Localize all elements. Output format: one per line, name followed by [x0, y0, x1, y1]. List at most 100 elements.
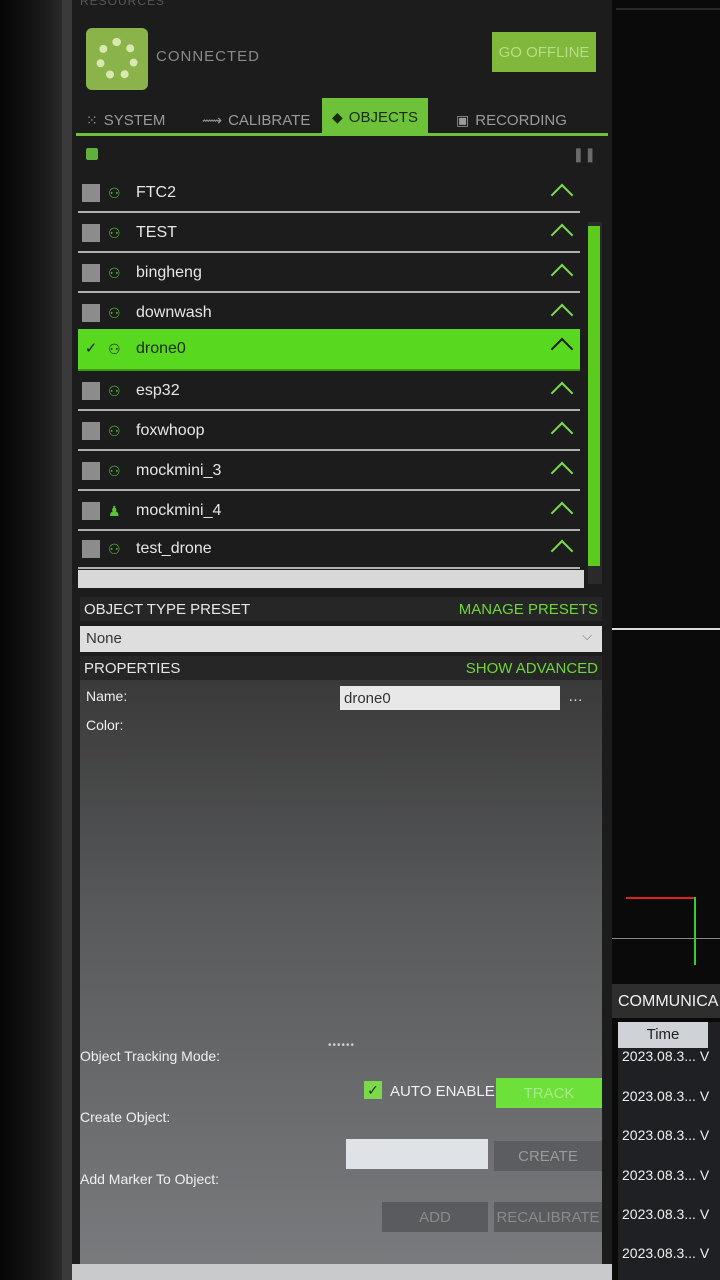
chevron-up-icon[interactable] — [550, 183, 572, 197]
window-border — [62, 0, 72, 1280]
time-cell: 2023.08.3... — [622, 1088, 696, 1104]
value-cell: V — [699, 1206, 710, 1222]
object-name: mockmini_4 — [136, 502, 222, 519]
chevron-up-icon[interactable] — [550, 263, 572, 277]
skeleton-icon: ♟ — [108, 502, 121, 519]
track-button[interactable]: TRACK — [496, 1078, 602, 1108]
objects-toolbar: ❚❚ — [82, 146, 602, 166]
object-checkbox[interactable] — [82, 224, 100, 242]
properties-title: PROPERTIES — [84, 659, 181, 677]
monitor-bezel — [0, 0, 62, 1280]
resources-label: RESOURCES — [80, 0, 166, 8]
object-checkbox[interactable] — [82, 422, 100, 440]
object-checkbox[interactable] — [82, 304, 100, 322]
calibrate-icon: ⟿ — [202, 111, 223, 128]
add-object-icon[interactable] — [86, 148, 98, 160]
list-item[interactable]: ⚇ downwash — [78, 295, 580, 333]
system-icon: ⁙ — [86, 111, 98, 128]
properties-header: PROPERTIES SHOW ADVANCED — [80, 656, 602, 680]
time-cell: 2023.08.3... — [622, 1206, 696, 1222]
more-options-icon[interactable]: … — [568, 688, 583, 705]
tab-objects[interactable]: ◆ OBJECTS — [322, 98, 428, 136]
preset-select[interactable]: None ⌵ — [80, 626, 602, 652]
value-cell: V — [699, 1048, 710, 1064]
pause-icon[interactable]: ❚❚ — [573, 146, 596, 163]
time-column-header[interactable]: Time — [618, 1022, 708, 1048]
tab-label: OBJECTS — [348, 108, 418, 126]
object-name: bingheng — [136, 264, 202, 281]
tab-label: SYSTEM — [103, 111, 166, 129]
viewport-border — [616, 8, 720, 10]
name-label: Name: — [86, 688, 128, 704]
time-cell: 2023.08.3... — [622, 1245, 696, 1261]
chevron-up-icon[interactable] — [550, 461, 572, 475]
recalibrate-button[interactable]: RECALIBRATE — [494, 1202, 602, 1232]
create-object-input[interactable] — [346, 1139, 488, 1169]
auto-enable-checkbox[interactable]: ✓ — [364, 1081, 382, 1099]
objects-icon: ◆ — [332, 108, 343, 125]
list-item[interactable]: ⚇ foxwhoop — [78, 413, 580, 451]
object-checkbox[interactable] — [82, 382, 100, 400]
ground-line — [612, 628, 720, 630]
chevron-up-icon[interactable] — [550, 303, 572, 317]
tab-label: CALIBRATE — [228, 111, 311, 129]
list-item-selected[interactable]: ✓ ⚇ drone0 — [78, 329, 580, 371]
table-row: 2023.08.3... V — [622, 1206, 709, 1222]
object-checkbox[interactable] — [82, 462, 100, 480]
tab-calibrate[interactable]: ⟿ CALIBRATE — [202, 104, 310, 136]
list-item[interactable]: ⚇ test_drone — [78, 531, 580, 569]
go-offline-button[interactable]: GO OFFLINE — [492, 32, 596, 72]
create-button[interactable]: CREATE — [494, 1141, 602, 1171]
list-item[interactable]: ⚇ mockmini_3 — [78, 453, 580, 491]
list-scrollbar-thumb[interactable] — [588, 226, 600, 566]
recording-icon: ▣ — [456, 111, 470, 128]
add-button[interactable]: ADD — [382, 1202, 488, 1232]
x-axis — [626, 897, 694, 899]
chevron-up-icon[interactable] — [550, 539, 572, 553]
chevron-up-icon[interactable] — [550, 381, 572, 395]
object-checkbox[interactable] — [82, 184, 100, 202]
object-checkbox[interactable] — [82, 502, 100, 520]
rigid-body-icon: ⚇ — [108, 304, 121, 321]
color-label: Color: — [86, 717, 124, 733]
tab-label: RECORDING — [475, 111, 567, 129]
object-name: mockmini_3 — [136, 462, 222, 479]
rigid-body-icon: ⚇ — [108, 462, 121, 479]
list-item[interactable]: ⚇ bingheng — [78, 255, 580, 293]
object-checkbox[interactable] — [82, 540, 100, 558]
chevron-up-icon[interactable] — [550, 337, 572, 351]
manage-presets-link[interactable]: MANAGE PRESETS — [459, 601, 598, 618]
table-row: 2023.08.3... V — [622, 1245, 709, 1261]
resize-handle[interactable]: •••••• — [328, 1040, 355, 1051]
connection-icon — [86, 28, 148, 90]
chevron-up-icon[interactable] — [550, 501, 572, 515]
object-name: downwash — [136, 304, 212, 321]
time-cell: 2023.08.3... — [622, 1167, 696, 1183]
resources-panel: RESOURCES CONNECTED GO OFFLINE ⁙ SYSTEM … — [72, 0, 612, 1280]
rigid-body-icon: ⚇ — [108, 382, 121, 399]
list-item[interactable]: ⚇ FTC2 — [78, 175, 580, 213]
preset-value: None — [86, 630, 122, 647]
list-item[interactable]: ⚇ esp32 — [78, 373, 580, 411]
name-field[interactable] — [340, 686, 560, 710]
list-item[interactable]: ♟ mockmini_4 — [78, 493, 580, 531]
grid-line — [612, 938, 720, 939]
value-cell: V — [699, 1088, 710, 1104]
rigid-body-icon: ⚇ — [108, 540, 121, 557]
value-cell: V — [699, 1127, 710, 1143]
rigid-body-icon: ⚇ — [108, 422, 121, 439]
list-item[interactable]: ⚇ TEST — [78, 215, 580, 253]
y-axis — [694, 897, 696, 965]
tab-system[interactable]: ⁙ SYSTEM — [86, 104, 165, 136]
tab-bar: ⁙ SYSTEM ⟿ CALIBRATE ◆ OBJECTS ▣ RECORDI… — [76, 98, 608, 136]
rigid-body-icon: ⚇ — [108, 340, 121, 357]
check-icon[interactable]: ✓ — [82, 340, 100, 358]
chevron-up-icon[interactable] — [550, 223, 572, 237]
tab-recording[interactable]: ▣ RECORDING — [456, 104, 567, 136]
objects-list: ⚇ FTC2 ⚇ TEST ⚇ bingheng ⚇ downwash ✓ ⚇ … — [78, 173, 580, 587]
object-checkbox[interactable] — [82, 264, 100, 282]
table-row: 2023.08.3... V — [622, 1127, 709, 1143]
chevron-up-icon[interactable] — [550, 421, 572, 435]
rigid-body-icon: ⚇ — [108, 224, 121, 241]
show-advanced-link[interactable]: SHOW ADVANCED — [466, 660, 598, 677]
